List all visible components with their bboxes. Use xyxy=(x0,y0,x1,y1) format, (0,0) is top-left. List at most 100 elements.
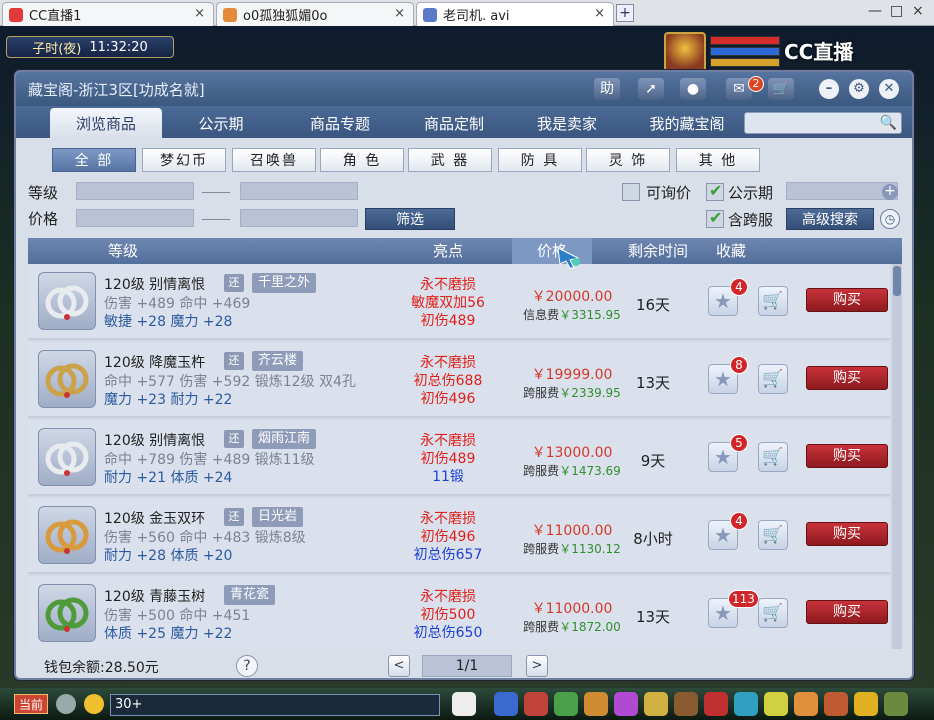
chat-input[interactable]: 30+ xyxy=(110,694,440,716)
item-image[interactable] xyxy=(38,506,96,564)
current-channel-button[interactable]: 当前 xyxy=(14,694,48,714)
tab-my-pavilion[interactable]: 我的藏宝阁 xyxy=(632,108,742,138)
category-ornaments[interactable]: 灵 饰 xyxy=(586,148,670,172)
share-icon[interactable]: ➚ xyxy=(638,78,664,100)
tab-public[interactable]: 公示期 xyxy=(176,108,266,138)
clock-icon[interactable]: ◷ xyxy=(880,209,900,229)
item-image[interactable] xyxy=(38,350,96,408)
add-icon[interactable]: + xyxy=(882,184,898,200)
col-remaining[interactable]: 剩余时间 xyxy=(618,238,698,264)
add-to-cart-icon[interactable]: 🛒 xyxy=(758,520,788,550)
item-row[interactable]: 120级 青藤玉树 青花瓷 伤害 +500 命中 +451 体质 +25 魔力 +22… xyxy=(28,576,890,649)
category-armor[interactable]: 防 具 xyxy=(498,148,582,172)
event-icon[interactable] xyxy=(794,692,818,716)
tab-close-icon[interactable]: × xyxy=(194,6,205,21)
item-name: 120级 青藤玉树 xyxy=(104,589,206,605)
guild-icon[interactable] xyxy=(704,692,728,716)
item-image[interactable] xyxy=(38,428,96,486)
help-icon[interactable]: ? xyxy=(236,655,258,677)
item-image[interactable] xyxy=(38,272,96,330)
price-max-input[interactable] xyxy=(240,209,358,227)
mic-icon[interactable] xyxy=(56,694,76,714)
buy-button[interactable]: 购买 xyxy=(806,600,888,624)
level-filter-label: 等级 xyxy=(28,184,59,202)
help-button[interactable]: 助 xyxy=(594,78,620,100)
new-tab-button[interactable]: + xyxy=(616,4,634,22)
rank-icon[interactable] xyxy=(824,692,848,716)
minimize-button[interactable]: — xyxy=(868,3,882,19)
quest-icon[interactable] xyxy=(584,692,608,716)
tab-close-icon[interactable]: × xyxy=(394,6,405,21)
maximize-button[interactable]: □ xyxy=(890,3,903,19)
gift-icon[interactable] xyxy=(614,692,638,716)
buy-button[interactable]: 购买 xyxy=(806,522,888,546)
system-icon[interactable] xyxy=(884,692,908,716)
close-window-button[interactable]: × xyxy=(912,3,924,19)
tab-topics[interactable]: 商品专题 xyxy=(292,108,388,138)
add-to-cart-icon[interactable]: 🛒 xyxy=(758,598,788,628)
browser-tab-1[interactable]: CC直播1 × xyxy=(2,2,214,26)
minimize-icon[interactable]: – xyxy=(819,79,839,99)
level-min-input[interactable] xyxy=(76,182,194,200)
advanced-search-button[interactable]: 高级搜索 xyxy=(786,208,874,230)
browser-tab-3[interactable]: 老司机. avi × xyxy=(416,2,614,26)
next-page-button[interactable]: > xyxy=(526,655,548,677)
item-image[interactable] xyxy=(38,584,96,642)
category-all[interactable]: 全 部 xyxy=(52,148,136,172)
emoji-icon[interactable] xyxy=(84,694,104,714)
tab-seller[interactable]: 我是卖家 xyxy=(522,108,612,138)
pet-icon[interactable] xyxy=(452,692,476,716)
scroll-thumb[interactable] xyxy=(893,266,901,296)
prev-page-button[interactable]: < xyxy=(388,655,410,677)
tab-browse[interactable]: 浏览商品 xyxy=(50,108,162,138)
col-favorite[interactable]: 收藏 xyxy=(706,238,756,264)
cross-server-checkbox[interactable] xyxy=(706,208,724,228)
category-weapons[interactable]: 武 器 xyxy=(408,148,492,172)
mail-icon[interactable] xyxy=(764,692,788,716)
close-icon[interactable]: ✕ xyxy=(879,79,899,99)
shop-icon[interactable] xyxy=(644,692,668,716)
settings-icon[interactable]: ⚙ xyxy=(849,79,869,99)
cart-icon[interactable]: 🛒 xyxy=(768,78,794,100)
category-currency[interactable]: 梦幻币 xyxy=(142,148,226,172)
add-to-cart-icon[interactable]: 🛒 xyxy=(758,364,788,394)
team-icon[interactable] xyxy=(554,692,578,716)
fee-value: ￥2339.95 xyxy=(559,386,621,400)
skill-icon[interactable] xyxy=(494,692,518,716)
add-to-cart-icon[interactable]: 🛒 xyxy=(758,442,788,472)
highlight-text: 初伤489 xyxy=(420,451,476,467)
price-min-input[interactable] xyxy=(76,209,194,227)
item-row[interactable]: 120级 金玉双环 还日光岩 伤害 +560 命中 +483 锻炼8级 耐力 +28 … xyxy=(28,498,890,574)
buy-button[interactable]: 购买 xyxy=(806,366,888,390)
search-input[interactable]: 🔍 xyxy=(744,112,902,134)
buy-button[interactable]: 购买 xyxy=(806,288,888,312)
map-icon[interactable] xyxy=(674,692,698,716)
filter-button[interactable]: 筛选 xyxy=(365,208,455,230)
add-to-cart-icon[interactable]: 🛒 xyxy=(758,286,788,316)
buy-button[interactable]: 购买 xyxy=(806,444,888,468)
tab-close-icon[interactable]: × xyxy=(594,6,605,21)
tab-custom[interactable]: 商品定制 xyxy=(406,108,502,138)
server-tag: 烟雨江南 xyxy=(252,429,317,449)
smile-icon[interactable] xyxy=(854,692,878,716)
item-row[interactable]: 120级 降魔玉杵 还齐云楼 命中 +577 伤害 +592 锻炼12级 双4孔 魔力… xyxy=(28,342,890,418)
highlight-text: 初伤496 xyxy=(420,391,476,407)
col-level[interactable]: 等级 xyxy=(88,238,158,264)
friend-icon[interactable] xyxy=(734,692,758,716)
category-pets[interactable]: 召唤兽 xyxy=(232,148,316,172)
item-row[interactable]: 120级 别情离恨 还千里之外 伤害 +489 命中 +469 敏捷 +28 魔力 +… xyxy=(28,264,890,340)
bag-icon[interactable] xyxy=(524,692,548,716)
item-list: 120级 别情离恨还千里之外 伤害 +489 命中 +469 敏捷 +28 魔力 +… xyxy=(28,264,902,649)
item-row[interactable]: 120级 别情离恨 还烟雨江南 命中 +789 伤害 +489 锻炼11级 耐力 +2… xyxy=(28,420,890,496)
category-roles[interactable]: 角 色 xyxy=(320,148,404,172)
mp-bar xyxy=(710,47,780,56)
player-portrait[interactable] xyxy=(664,32,706,72)
category-other[interactable]: 其 他 xyxy=(676,148,760,172)
record-icon[interactable]: ● xyxy=(680,78,706,100)
public-checkbox[interactable] xyxy=(706,181,724,201)
search-icon[interactable]: 🔍 xyxy=(880,115,897,131)
browser-tab-2[interactable]: o0孤独狐媚0o × xyxy=(216,2,414,26)
list-scrollbar[interactable] xyxy=(892,264,902,649)
level-max-input[interactable] xyxy=(240,182,358,200)
inquiry-checkbox[interactable] xyxy=(622,183,640,201)
